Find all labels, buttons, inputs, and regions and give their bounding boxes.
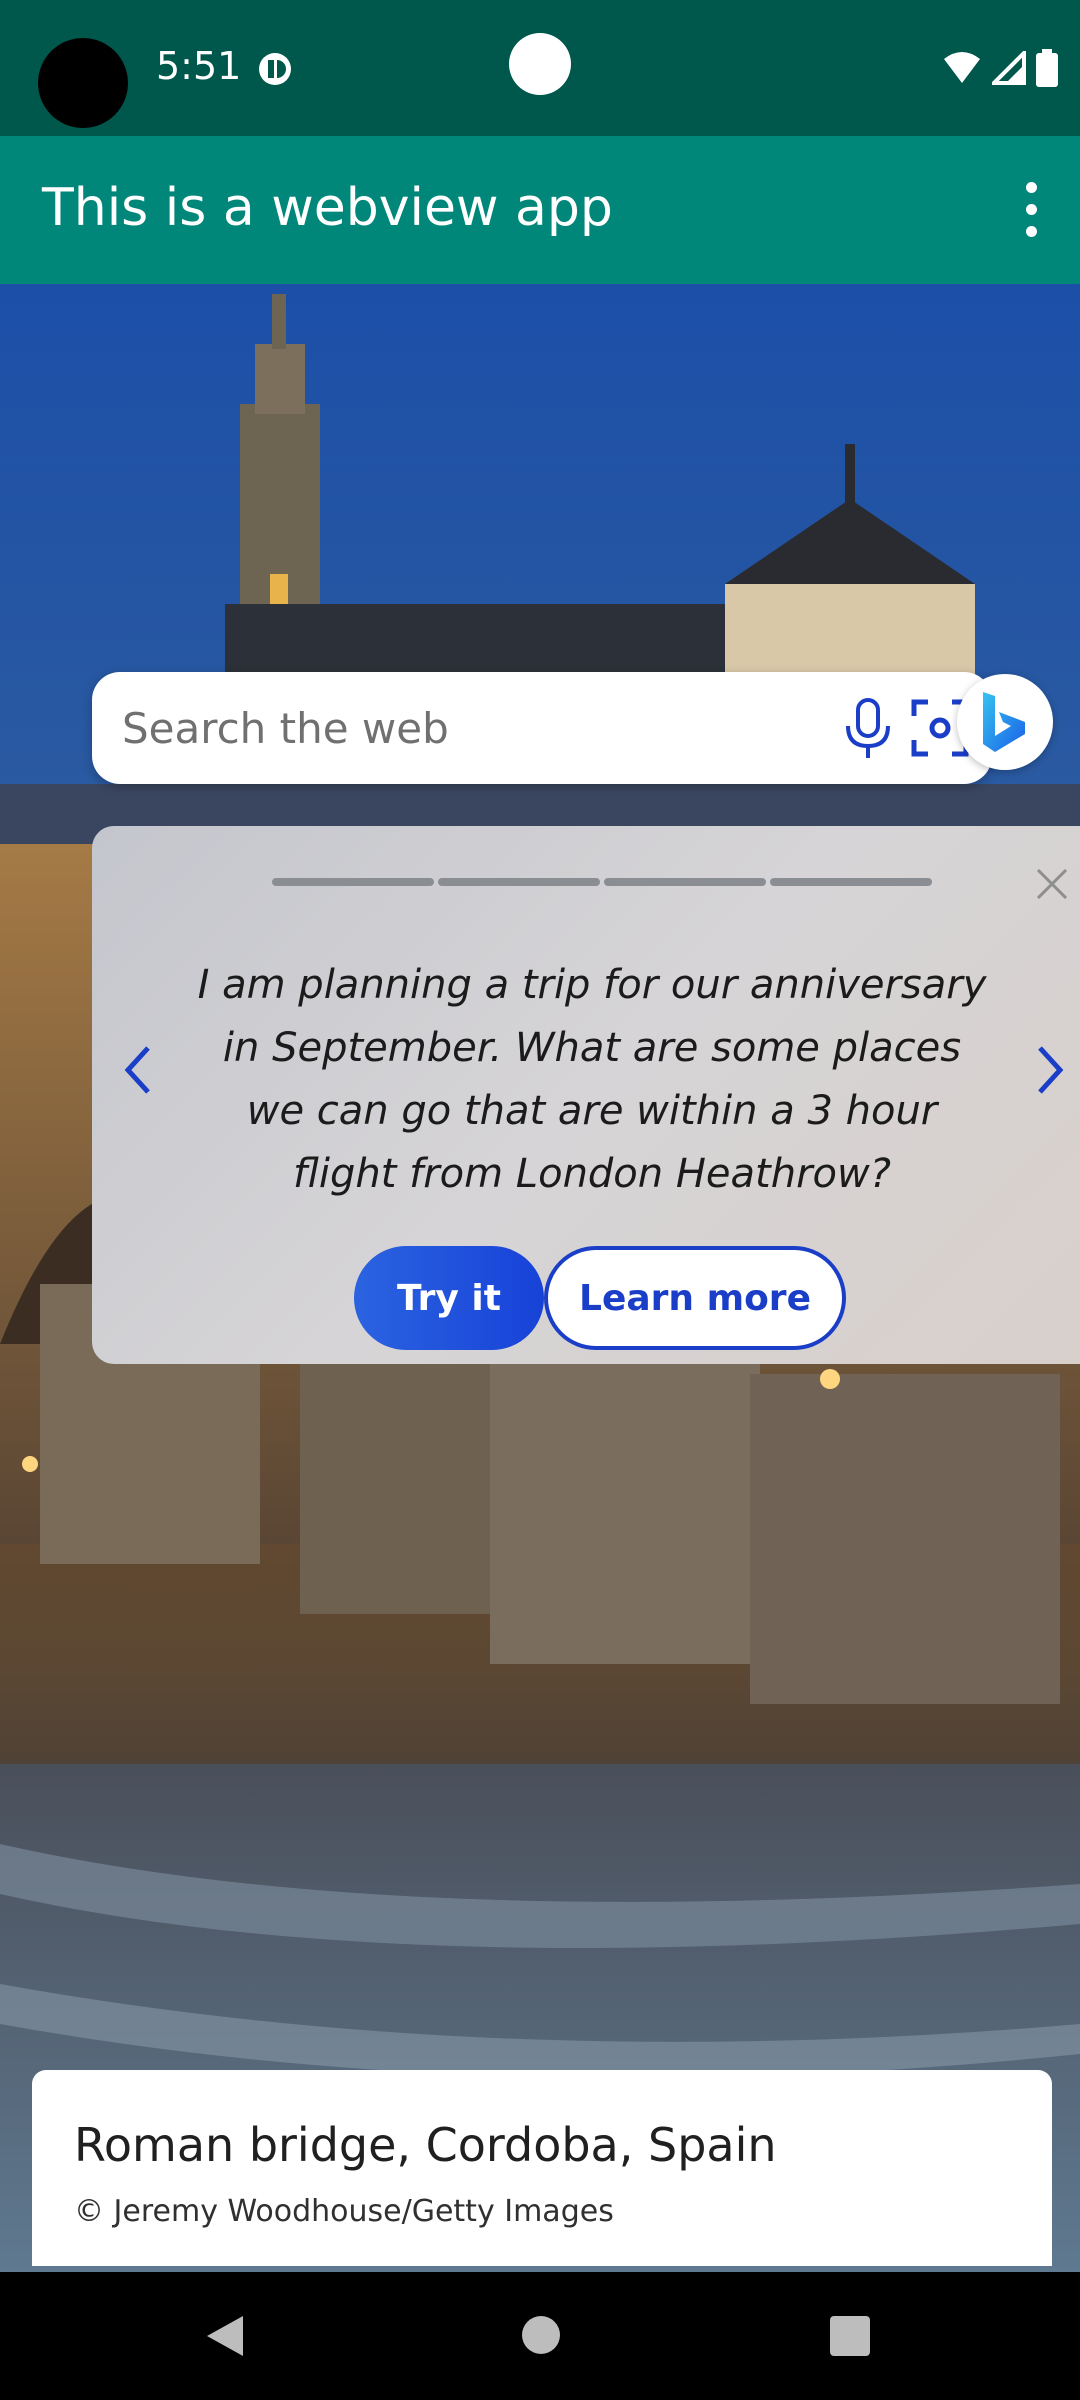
- wifi-icon: [944, 52, 980, 83]
- learn-more-button[interactable]: Learn more: [544, 1246, 846, 1350]
- camera-cutout: [38, 38, 128, 128]
- status-bar: 5:51: [0, 0, 1080, 136]
- bing-button[interactable]: [957, 674, 1053, 770]
- back-icon[interactable]: [205, 2314, 245, 2358]
- status-icons: [942, 48, 1058, 88]
- progress-segment: [604, 878, 766, 886]
- recents-icon[interactable]: [830, 2316, 870, 2356]
- progress-segment: [272, 878, 434, 886]
- prompt-text: I am planning a trip for our anniversary…: [197, 962, 987, 1197]
- home-icon[interactable]: [522, 2316, 560, 2354]
- chevron-right-icon[interactable]: [1032, 1042, 1068, 1098]
- chevron-left-icon[interactable]: [120, 1042, 156, 1098]
- try-it-button[interactable]: Try it: [354, 1246, 544, 1350]
- app-bar: This is a webview app: [0, 136, 1080, 284]
- caption-title: Roman bridge, Cordoba, Spain: [74, 2118, 777, 2172]
- image-caption-card[interactable]: Roman bridge, Cordoba, Spain © Jeremy Wo…: [32, 2070, 1052, 2266]
- progress-segment: [438, 878, 600, 886]
- overflow-menu-button[interactable]: [1006, 176, 1056, 242]
- progress-segment: [770, 878, 932, 886]
- search-input[interactable]: [122, 698, 822, 758]
- prompt-card: I am planning a trip for our anniversary…: [92, 826, 1080, 1364]
- status-time: 5:51: [156, 44, 242, 88]
- front-camera-dot: [509, 33, 571, 95]
- signal-icon: [992, 51, 1026, 85]
- bing-logo-icon: [983, 692, 1025, 752]
- search-bar: [92, 672, 992, 784]
- app-title: This is a webview app: [42, 178, 613, 238]
- caption-credit: © Jeremy Woodhouse/Getty Images: [74, 2194, 614, 2229]
- story-progress: [272, 878, 932, 886]
- more-vert-icon: [1025, 181, 1037, 193]
- navigation-bar: [0, 2272, 1080, 2400]
- close-icon[interactable]: [1034, 866, 1070, 902]
- microphone-icon[interactable]: [840, 696, 896, 760]
- data-saver-icon: [259, 53, 291, 85]
- battery-icon: [1036, 49, 1058, 87]
